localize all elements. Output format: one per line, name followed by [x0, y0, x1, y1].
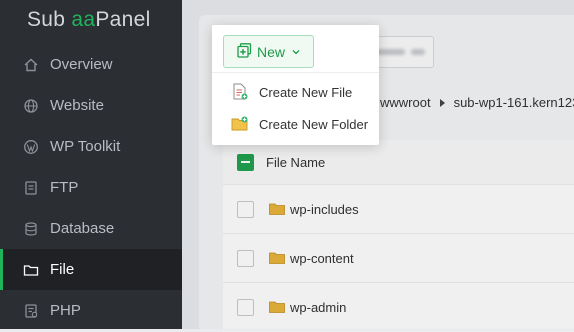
- sidebar-item-overview[interactable]: Overview: [0, 44, 182, 85]
- sidebar-item-php[interactable]: PHP: [0, 290, 182, 331]
- sidebar-item-website[interactable]: Website: [0, 85, 182, 126]
- table-header: File Name: [223, 140, 574, 185]
- chevron-down-icon: [291, 44, 301, 60]
- home-icon: [23, 57, 39, 73]
- folder-icon: [269, 301, 285, 313]
- menu-item-create-new-file[interactable]: Create New File: [221, 76, 378, 108]
- file-table: File Name wp-includes wp-content wp-admi…: [223, 140, 574, 332]
- column-file-name[interactable]: File Name: [266, 155, 325, 170]
- table-row[interactable]: wp-content: [223, 234, 574, 283]
- sidebar-item-label: Database: [50, 220, 115, 237]
- breadcrumb-root[interactable]: wwwroot: [380, 95, 431, 110]
- sidebar-item-database[interactable]: Database: [0, 208, 182, 249]
- row-checkbox[interactable]: [237, 298, 254, 316]
- file-name[interactable]: wp-admin: [290, 300, 346, 315]
- sidebar-item-label: FTP: [50, 179, 79, 196]
- row-checkbox[interactable]: [237, 200, 254, 218]
- database-icon: [23, 221, 39, 237]
- sidebar-item-ftp[interactable]: FTP: [0, 167, 182, 208]
- brand-logo: Sub aaPanel: [27, 8, 151, 31]
- ftp-icon: [23, 180, 39, 196]
- new-file-plus-icon: [237, 42, 252, 61]
- table-row[interactable]: wp-includes: [223, 185, 574, 234]
- row-checkbox[interactable]: [237, 249, 254, 267]
- globe-icon: [23, 98, 39, 114]
- breadcrumb-separator-icon: [439, 98, 445, 107]
- folder-icon: [269, 252, 285, 264]
- sidebar-item-label: File: [50, 261, 75, 278]
- new-folder-icon: [231, 116, 248, 131]
- breadcrumb: wwwroot sub-wp1-161.kern123.t: [380, 95, 574, 110]
- file-name[interactable]: wp-includes: [290, 202, 359, 217]
- menu-item-label: Create New Folder: [259, 116, 369, 132]
- sidebar: Sub aaPanel Overview Website WP Toolkit …: [0, 0, 182, 329]
- sidebar-item-wp-toolkit[interactable]: WP Toolkit: [0, 126, 182, 167]
- select-all-checkbox[interactable]: [237, 153, 254, 171]
- wordpress-icon: [23, 139, 39, 155]
- sidebar-item-label: PHP: [50, 302, 81, 319]
- sidebar-item-label: WP Toolkit: [50, 138, 121, 155]
- table-row[interactable]: wp-admin: [223, 283, 574, 332]
- folder-icon: [23, 262, 39, 278]
- folder-icon: [269, 203, 285, 215]
- sidebar-item-label: Website: [50, 97, 104, 114]
- file-name[interactable]: wp-content: [290, 251, 354, 266]
- new-file-icon: [233, 83, 248, 100]
- php-icon: [23, 303, 39, 319]
- new-menu: Create New File Create New Folder: [221, 72, 378, 142]
- breadcrumb-current[interactable]: sub-wp1-161.kern123.t: [454, 95, 574, 110]
- sidebar-item-file[interactable]: File: [0, 249, 182, 290]
- new-button-label: New: [257, 43, 286, 60]
- new-button[interactable]: New: [223, 35, 314, 68]
- menu-item-create-new-folder[interactable]: Create New Folder: [221, 108, 378, 140]
- menu-item-label: Create New File: [259, 84, 353, 100]
- sidebar-item-label: Overview: [50, 56, 113, 73]
